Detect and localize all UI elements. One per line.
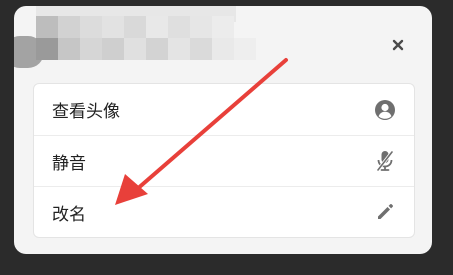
menu-item-label: 查看头像 bbox=[52, 102, 120, 122]
action-menu: 查看头像 静音 改名 bbox=[33, 83, 415, 238]
menu-item-rename[interactable]: 改名 bbox=[34, 186, 414, 237]
mic-off-icon bbox=[374, 150, 396, 172]
member-action-dialog: 查看头像 静音 改名 bbox=[14, 6, 432, 254]
pencil-icon bbox=[374, 201, 396, 223]
menu-item-label: 改名 bbox=[52, 204, 86, 225]
close-button[interactable] bbox=[385, 32, 411, 58]
redacted-member-name bbox=[14, 6, 256, 68]
close-icon bbox=[392, 39, 404, 51]
menu-item-label: 静音 bbox=[52, 153, 86, 174]
avatar-icon bbox=[374, 99, 396, 121]
menu-item-mute[interactable]: 静音 bbox=[34, 135, 414, 186]
menu-item-view-avatar[interactable]: 查看头像 bbox=[34, 84, 414, 135]
